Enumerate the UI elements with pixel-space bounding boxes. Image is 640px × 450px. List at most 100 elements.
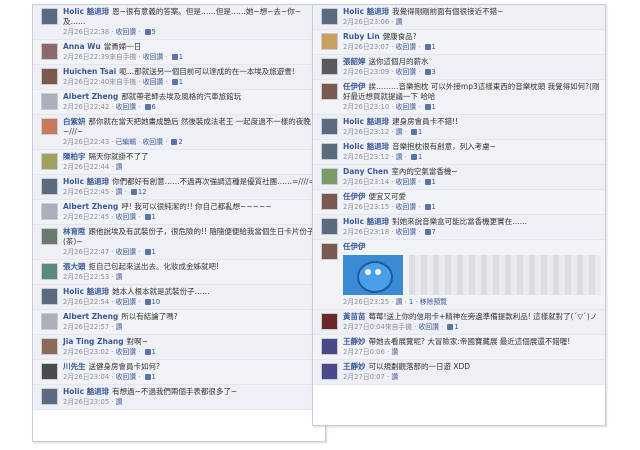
comment-action-link[interactable]: 收回讚: [396, 68, 416, 76]
comment-timestamp[interactable]: 2月26日22:43: [63, 138, 109, 146]
avatar[interactable]: [321, 8, 338, 25]
comment-timestamp[interactable]: 2月26日23:09: [343, 68, 389, 76]
comment-author-link[interactable]: Albert Zheng: [63, 312, 118, 321]
thumbs-up-icon[interactable]: [424, 179, 431, 185]
comment-action-link[interactable]: 移除預覽: [420, 298, 447, 306]
avatar[interactable]: [41, 178, 58, 195]
avatar[interactable]: [41, 203, 58, 220]
avatar[interactable]: [321, 168, 338, 185]
comment-author-link[interactable]: Ruby Lin: [343, 32, 380, 41]
comment-action-link[interactable]: 讚: [396, 18, 403, 26]
thumbs-up-icon[interactable]: [424, 229, 431, 235]
link-preview[interactable]: [343, 255, 601, 295]
thumbs-up-icon[interactable]: [144, 29, 151, 35]
comment-timestamp[interactable]: 2月26日23:15: [343, 203, 389, 211]
avatar[interactable]: [41, 363, 58, 380]
comment-timestamp[interactable]: 2月26日23:10: [343, 103, 389, 111]
thumbs-up-icon[interactable]: [424, 44, 431, 50]
avatar[interactable]: [321, 193, 338, 210]
comment-author-link[interactable]: 任伊伊: [343, 242, 366, 251]
thumbs-up-icon[interactable]: [424, 104, 431, 110]
like-count[interactable]: 1: [454, 323, 458, 331]
comment-author-link[interactable]: Albert Zheng: [63, 202, 118, 211]
comment-timestamp[interactable]: 2月27日0:07: [343, 373, 385, 381]
comment-timestamp[interactable]: 2月26日23:14: [343, 178, 389, 186]
comment-author-link[interactable]: 林育陞: [63, 227, 86, 236]
comment-action-link[interactable]: 讚: [116, 398, 123, 406]
comment-action-link[interactable]: 收回讚: [396, 228, 416, 236]
like-count[interactable]: 10: [152, 298, 161, 306]
comment-timestamp[interactable]: 2月27日0:04來自手機: [343, 323, 412, 331]
comment-action-link[interactable]: 收回讚: [116, 103, 136, 111]
avatar[interactable]: [41, 153, 58, 170]
comment-author-link[interactable]: Jia Ting Zhang: [63, 337, 124, 346]
like-count[interactable]: 1: [418, 153, 422, 161]
like-count[interactable]: 1: [152, 213, 156, 221]
comment-timestamp[interactable]: 2月26日22:57: [63, 323, 109, 331]
comment-author-link[interactable]: 陳柏宇: [63, 152, 86, 161]
comment-timestamp[interactable]: 2月26日23:25: [343, 298, 389, 306]
like-count[interactable]: 1: [152, 248, 156, 256]
preview-image[interactable]: [343, 255, 403, 295]
comment-timestamp[interactable]: 2月26日23:04: [63, 373, 109, 381]
comment-action-link[interactable]: 讚: [116, 273, 123, 281]
comment-author-link[interactable]: Holic 豁退琲: [63, 287, 109, 296]
comment-action-link[interactable]: 收回讚: [143, 53, 163, 61]
comment-author-link[interactable]: 黃苗苗: [343, 312, 366, 321]
comment-author-link[interactable]: Holic 豁退琲: [343, 7, 389, 16]
comment-timestamp[interactable]: 2月26日23:06: [343, 18, 389, 26]
comment-timestamp[interactable]: 2月26日23:02: [63, 348, 109, 356]
comment-author-link[interactable]: 白紫妍: [63, 117, 86, 126]
comment-action-link[interactable]: 收回讚: [396, 103, 416, 111]
avatar[interactable]: [321, 58, 338, 75]
avatar[interactable]: [321, 143, 338, 160]
avatar[interactable]: [41, 288, 58, 305]
thumbs-up-icon[interactable]: [144, 249, 151, 255]
comment-timestamp[interactable]: 2月26日22:53: [63, 273, 109, 281]
like-count[interactable]: 1: [432, 103, 436, 111]
comment-action-link[interactable]: 收回讚: [116, 348, 136, 356]
thumbs-up-icon[interactable]: [410, 129, 417, 135]
thumbs-up-icon[interactable]: [424, 69, 431, 75]
comment-action-link[interactable]: 收回讚: [396, 43, 416, 51]
avatar[interactable]: [41, 68, 58, 85]
comment-timestamp[interactable]: 2月26日23:18: [343, 228, 389, 236]
comment-author-link[interactable]: Holic 豁退琲: [343, 217, 389, 226]
comment-timestamp[interactable]: 2月26日23:12: [343, 153, 389, 161]
avatar[interactable]: [41, 388, 58, 405]
comment-action-link[interactable]: 收回讚: [116, 248, 136, 256]
like-count[interactable]: 7: [432, 228, 436, 236]
comment-action-link[interactable]: 讚: [391, 373, 398, 381]
comment-author-link[interactable]: 任伊伊: [343, 82, 366, 91]
avatar[interactable]: [321, 33, 338, 50]
comment-action-link[interactable]: 收回讚: [116, 213, 136, 221]
comment-timestamp[interactable]: 2月26日22:54: [63, 298, 109, 306]
comment-author-link[interactable]: Huichen Tsai: [63, 67, 116, 76]
comment-timestamp[interactable]: 2月26日22:40來自手機: [63, 78, 136, 86]
thumbs-up-icon[interactable]: [144, 104, 151, 110]
comment-author-link[interactable]: 王靜妙: [343, 337, 366, 346]
like-count[interactable]: 1: [179, 78, 183, 86]
avatar[interactable]: [321, 118, 338, 135]
comment-action-link[interactable]: 收回讚: [396, 178, 416, 186]
comment-timestamp[interactable]: 2月26日23:07: [343, 43, 389, 51]
like-count[interactable]: 1: [432, 203, 436, 211]
avatar[interactable]: [321, 313, 338, 330]
thumbs-up-icon[interactable]: [447, 324, 454, 330]
avatar[interactable]: [41, 93, 58, 110]
avatar[interactable]: [41, 313, 58, 330]
comment-action-link[interactable]: 收回讚: [143, 138, 163, 146]
comment-author-link[interactable]: 任伊伊: [343, 192, 366, 201]
comment-timestamp[interactable]: 2月26日23:05: [63, 398, 109, 406]
comment-timestamp[interactable]: 2月26日22:47: [63, 248, 109, 256]
comment-author-link[interactable]: 張韶婷: [343, 57, 366, 66]
like-count[interactable]: 1: [179, 53, 183, 61]
comment-author-link[interactable]: Holic 豁退琲: [63, 177, 109, 186]
comment-timestamp[interactable]: 2月26日22:42: [63, 103, 109, 111]
like-count[interactable]: 5: [152, 28, 156, 36]
comment-author-link[interactable]: Albert Zheng: [63, 92, 118, 101]
like-count[interactable]: 1: [418, 128, 422, 136]
comment-action-link[interactable]: 讚: [116, 323, 123, 331]
comment-author-link[interactable]: Holic 豁退琲: [343, 117, 389, 126]
comment-timestamp[interactable]: 2月26日22:39來自手機: [63, 53, 136, 61]
